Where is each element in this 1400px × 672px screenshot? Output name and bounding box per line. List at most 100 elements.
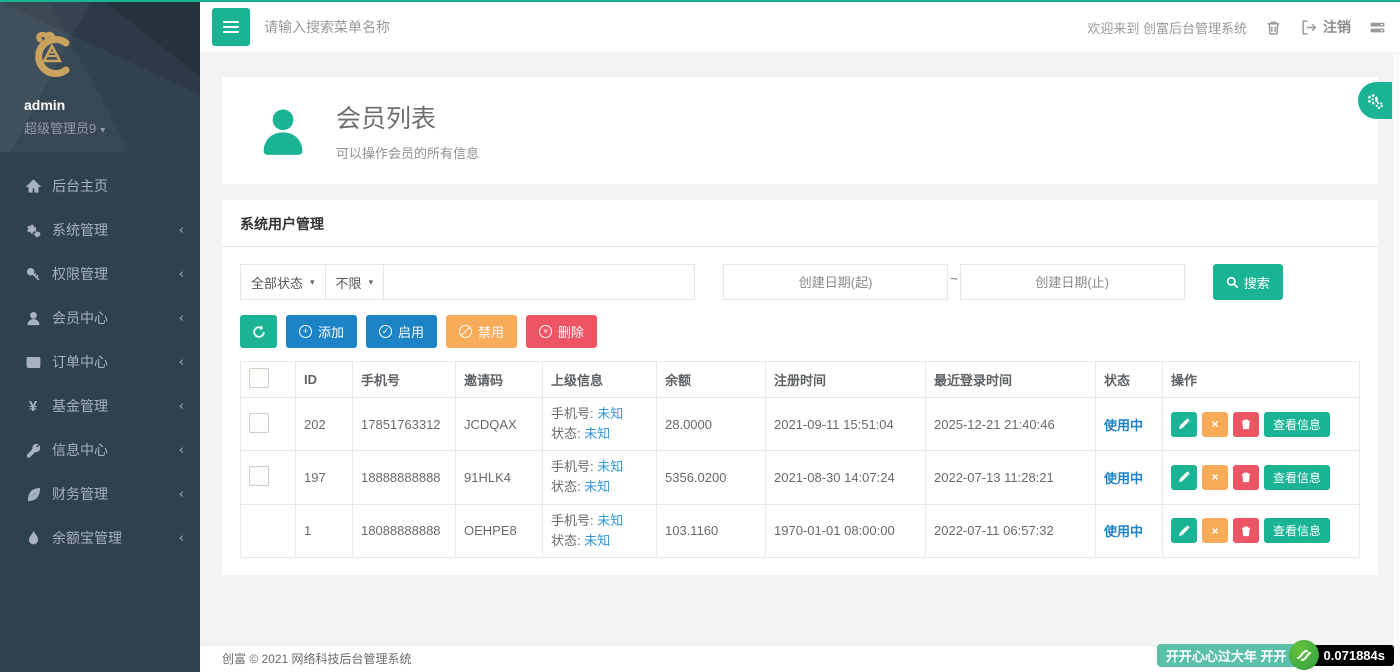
wrench-icon	[24, 442, 42, 458]
limit-select[interactable]: 不限 ▾	[325, 264, 385, 300]
view-info-button[interactable]: 查看信息	[1264, 412, 1330, 437]
ban-circle-icon	[459, 325, 472, 338]
top-accent-line	[0, 0, 1400, 2]
sidebar-role-label: 超级管理员9	[24, 121, 96, 136]
trash-icon	[1240, 418, 1252, 430]
brand-logo-icon	[28, 30, 76, 82]
col-ops: 操作	[1163, 362, 1360, 398]
parent-phone-link[interactable]: 未知	[597, 406, 623, 421]
close-button[interactable]: ×	[1202, 518, 1228, 543]
keyword-input[interactable]	[383, 264, 695, 300]
add-button[interactable]: + 添加	[286, 315, 357, 348]
sidebar-item-orders[interactable]: 订单中心 ‹	[0, 340, 200, 384]
cell-parent: 手机号: 未知 状态: 未知	[543, 451, 657, 504]
chevron-left-icon: ‹	[179, 223, 184, 238]
refresh-button[interactable]	[240, 315, 277, 348]
sidebar-user-panel: admin 超级管理员9 ▾	[0, 2, 200, 152]
leaf-icon	[24, 486, 42, 502]
sidebar-item-system[interactable]: 系统管理 ‹	[0, 208, 200, 252]
task-list-icon[interactable]	[1369, 19, 1386, 36]
logout-button[interactable]: 注销	[1300, 17, 1351, 37]
sidebar-item-member[interactable]: 会员中心 ‹	[0, 296, 200, 340]
chevron-left-icon: ‹	[179, 311, 184, 326]
enable-button[interactable]: ✓ 启用	[366, 315, 437, 348]
sidebar: admin 超级管理员9 ▾ 后台主页 系统管理 ‹ 权限管理 ‹	[0, 2, 200, 672]
pencil-icon	[1178, 525, 1190, 537]
cell-invite: OEHPE8	[456, 504, 543, 557]
search-button[interactable]: 搜索	[1213, 264, 1283, 300]
sidebar-username: admin	[24, 97, 200, 113]
sidebar-item-label: 余额宝管理	[52, 528, 179, 548]
chevron-left-icon: ‹	[179, 399, 184, 414]
row-checkbox[interactable]	[249, 413, 269, 433]
main-area: 欢迎来到 创富后台管理系统 注销 会员列表 可以操	[200, 2, 1400, 672]
row-delete-button[interactable]	[1233, 465, 1259, 490]
cell-phone: 18088888888	[353, 504, 456, 557]
cell-balance: 28.0000	[657, 398, 766, 451]
scrollbar-track[interactable]	[1392, 54, 1400, 672]
disable-button[interactable]: 禁用	[446, 315, 517, 348]
sidebar-item-yuebao[interactable]: 余额宝管理 ‹	[0, 516, 200, 560]
sidebar-item-info[interactable]: 信息中心 ‹	[0, 428, 200, 472]
cell-lastlogin: 2022-07-11 06:57:32	[926, 504, 1096, 557]
status-badge: 使用中	[1104, 524, 1143, 539]
table-header-row: ID 手机号 邀请码 上级信息 余额 注册时间 最近登录时间 状态 操作	[241, 362, 1360, 398]
sidebar-item-finance[interactable]: 财务管理 ‹	[0, 472, 200, 516]
pencil-icon	[1178, 471, 1190, 483]
sidebar-item-home[interactable]: 后台主页	[0, 164, 200, 208]
status-select[interactable]: 全部状态 ▾	[240, 264, 326, 300]
date-start-input[interactable]	[723, 264, 948, 300]
sidebar-item-label: 会员中心	[52, 308, 179, 328]
cell-balance: 5356.0200	[657, 451, 766, 504]
sign-out-icon	[1300, 19, 1317, 36]
col-phone: 手机号	[353, 362, 456, 398]
row-delete-button[interactable]	[1233, 412, 1259, 437]
sidebar-item-label: 订单中心	[52, 352, 179, 372]
row-checkbox[interactable]	[249, 466, 269, 486]
menu-search-input[interactable]	[264, 19, 584, 35]
view-info-button[interactable]: 查看信息	[1264, 518, 1330, 543]
parent-status-link[interactable]: 未知	[584, 533, 610, 548]
cell-id: 197	[296, 451, 353, 504]
topbar: 欢迎来到 创富后台管理系统 注销	[200, 2, 1400, 52]
cell-phone: 18888888888	[353, 451, 456, 504]
menu-toggle-button[interactable]	[212, 8, 250, 46]
edit-button[interactable]	[1171, 412, 1197, 437]
col-regtime: 注册时间	[766, 362, 926, 398]
edit-button[interactable]	[1171, 465, 1197, 490]
row-delete-button[interactable]	[1233, 518, 1259, 543]
parent-status-link[interactable]: 未知	[584, 479, 610, 494]
trash-icon[interactable]	[1265, 19, 1282, 36]
sidebar-item-label: 信息中心	[52, 440, 179, 460]
close-button[interactable]: ×	[1202, 465, 1228, 490]
select-all-checkbox[interactable]	[249, 368, 269, 388]
select-all-header	[241, 362, 296, 398]
cell-id: 1	[296, 504, 353, 557]
table-row: 197 18888888888 91HLK4 手机号: 未知 状态: 未知 53…	[241, 451, 1360, 504]
key-icon	[24, 266, 42, 282]
parent-status-link[interactable]: 未知	[584, 426, 610, 441]
close-button[interactable]: ×	[1202, 412, 1228, 437]
caret-down-icon: ▾	[100, 125, 105, 136]
edit-button[interactable]	[1171, 518, 1197, 543]
view-info-button[interactable]: 查看信息	[1264, 465, 1330, 490]
table-row: 202 17851763312 JCDQAX 手机号: 未知 状态: 未知 28…	[241, 398, 1360, 451]
sidebar-item-permission[interactable]: 权限管理 ‹	[0, 252, 200, 296]
cogs-icon	[24, 222, 42, 238]
parent-phone-link[interactable]: 未知	[597, 513, 623, 528]
sidebar-role-dropdown[interactable]: 超级管理员9 ▾	[24, 118, 200, 137]
fire-icon	[24, 530, 42, 546]
sidebar-item-fund[interactable]: ¥ 基金管理 ‹	[0, 384, 200, 428]
user-table: ID 手机号 邀请码 上级信息 余额 注册时间 最近登录时间 状态 操作	[240, 361, 1360, 558]
cell-balance: 103.1160	[657, 504, 766, 557]
delete-button-label: 删除	[558, 322, 584, 341]
content: 会员列表 可以操作会员的所有信息 系统用户管理 全部状态 ▾ 不限 ▾	[200, 54, 1400, 645]
settings-float-button[interactable]	[1358, 82, 1392, 119]
cell-lastlogin: 2022-07-13 11:28:21	[926, 451, 1096, 504]
trash-icon	[1240, 471, 1252, 483]
parent-phone-link[interactable]: 未知	[597, 459, 623, 474]
date-end-input[interactable]	[960, 264, 1185, 300]
sidebar-item-label: 权限管理	[52, 264, 179, 284]
chevron-left-icon: ‹	[179, 267, 184, 282]
delete-button[interactable]: × 删除	[526, 315, 597, 348]
